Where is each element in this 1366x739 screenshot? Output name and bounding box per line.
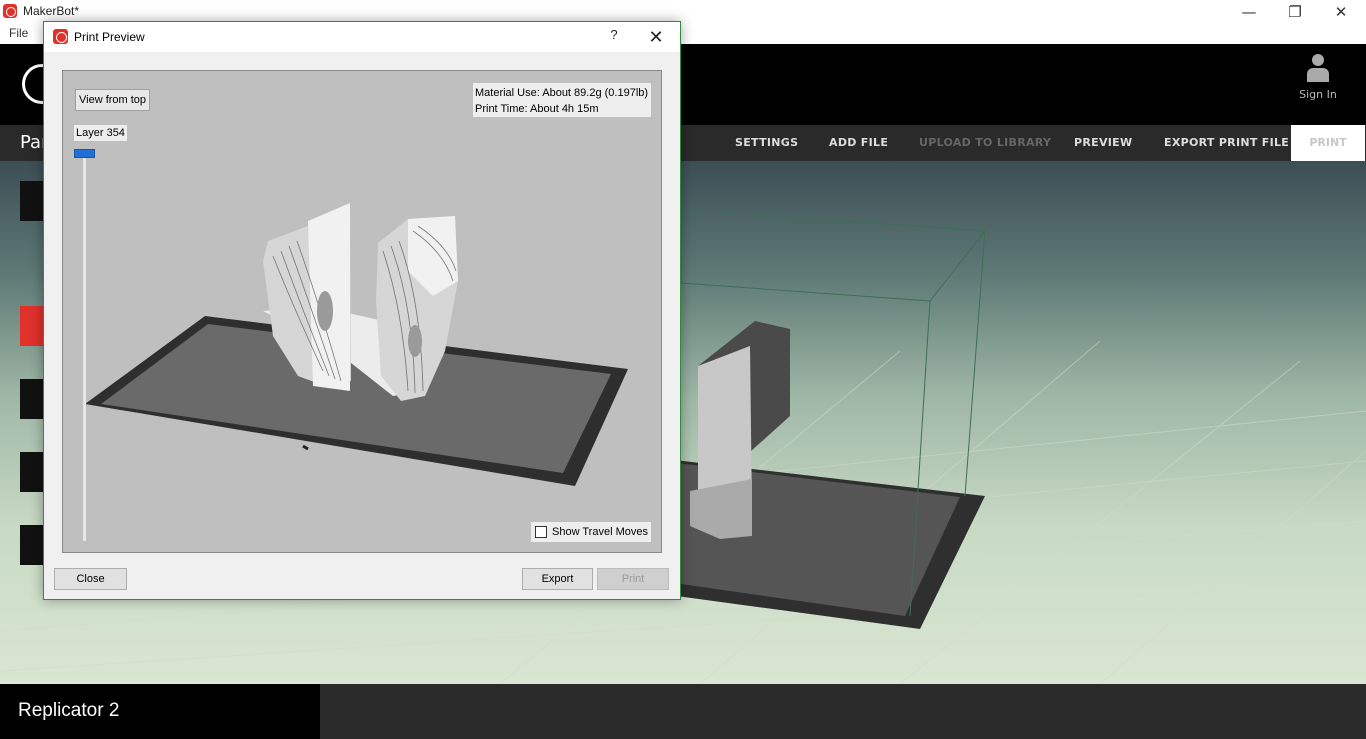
nav-add-file[interactable]: ADD FILE xyxy=(829,125,888,161)
close-button[interactable]: Close xyxy=(54,568,127,590)
material-use: Material Use: About 89.2g (0.197lb) xyxy=(475,87,649,99)
user-icon xyxy=(1304,52,1332,84)
layer-slider-thumb[interactable] xyxy=(74,149,95,158)
window-title: MakerBot* xyxy=(23,4,80,18)
preview-scene xyxy=(85,203,628,486)
menu-file[interactable]: File xyxy=(9,26,28,40)
makerbot-app-icon xyxy=(3,4,17,18)
nav-upload-to-library[interactable]: UPLOAD TO LIBRARY xyxy=(919,125,1051,161)
export-button[interactable]: Export xyxy=(522,568,593,590)
layer-slider-track[interactable] xyxy=(83,153,86,541)
view-from-top-button[interactable]: View from top xyxy=(75,89,151,111)
nav-settings[interactable]: SETTINGS xyxy=(735,125,798,161)
minimize-icon[interactable]: — xyxy=(1226,0,1272,24)
printer-panel[interactable]: Replicator 2 xyxy=(0,684,320,739)
dialog-title: Print Preview xyxy=(74,30,145,44)
sign-in-label: Sign In xyxy=(1299,88,1337,101)
makerbot-dialog-icon xyxy=(53,29,68,44)
help-button[interactable]: ? xyxy=(604,27,624,47)
print-time: Print Time: About 4h 15m xyxy=(475,103,599,115)
show-travel-moves-toggle[interactable]: Show Travel Moves xyxy=(531,522,651,542)
print-preview-dialog: Print Preview ? ✕ View from top Layer 35… xyxy=(43,21,681,600)
layer-label: Layer 354 xyxy=(74,125,127,141)
sign-in-button[interactable]: Sign In xyxy=(1292,52,1344,101)
print-preview-canvas[interactable]: View from top Layer 354 Material Use: Ab… xyxy=(62,70,662,553)
show-travel-moves-checkbox[interactable] xyxy=(535,526,547,538)
nav-preview[interactable]: PREVIEW xyxy=(1074,125,1132,161)
restore-icon[interactable]: ❐ xyxy=(1272,0,1318,24)
close-window-icon[interactable]: ✕ xyxy=(1318,0,1364,24)
print-button[interactable]: Print xyxy=(597,568,669,590)
show-travel-moves-label: Show Travel Moves xyxy=(552,526,648,538)
nav-print-button[interactable]: PRINT xyxy=(1291,125,1365,161)
status-bar: Replicator 2 xyxy=(0,684,1366,739)
printer-name: Replicator 2 xyxy=(18,700,120,721)
dialog-close-icon[interactable]: ✕ xyxy=(644,25,668,49)
dialog-titlebar: Print Preview ? ✕ xyxy=(44,22,680,52)
print-stats: Material Use: About 89.2g (0.197lb) Prin… xyxy=(473,83,651,117)
nav-export-print-file[interactable]: EXPORT PRINT FILE xyxy=(1164,125,1289,161)
